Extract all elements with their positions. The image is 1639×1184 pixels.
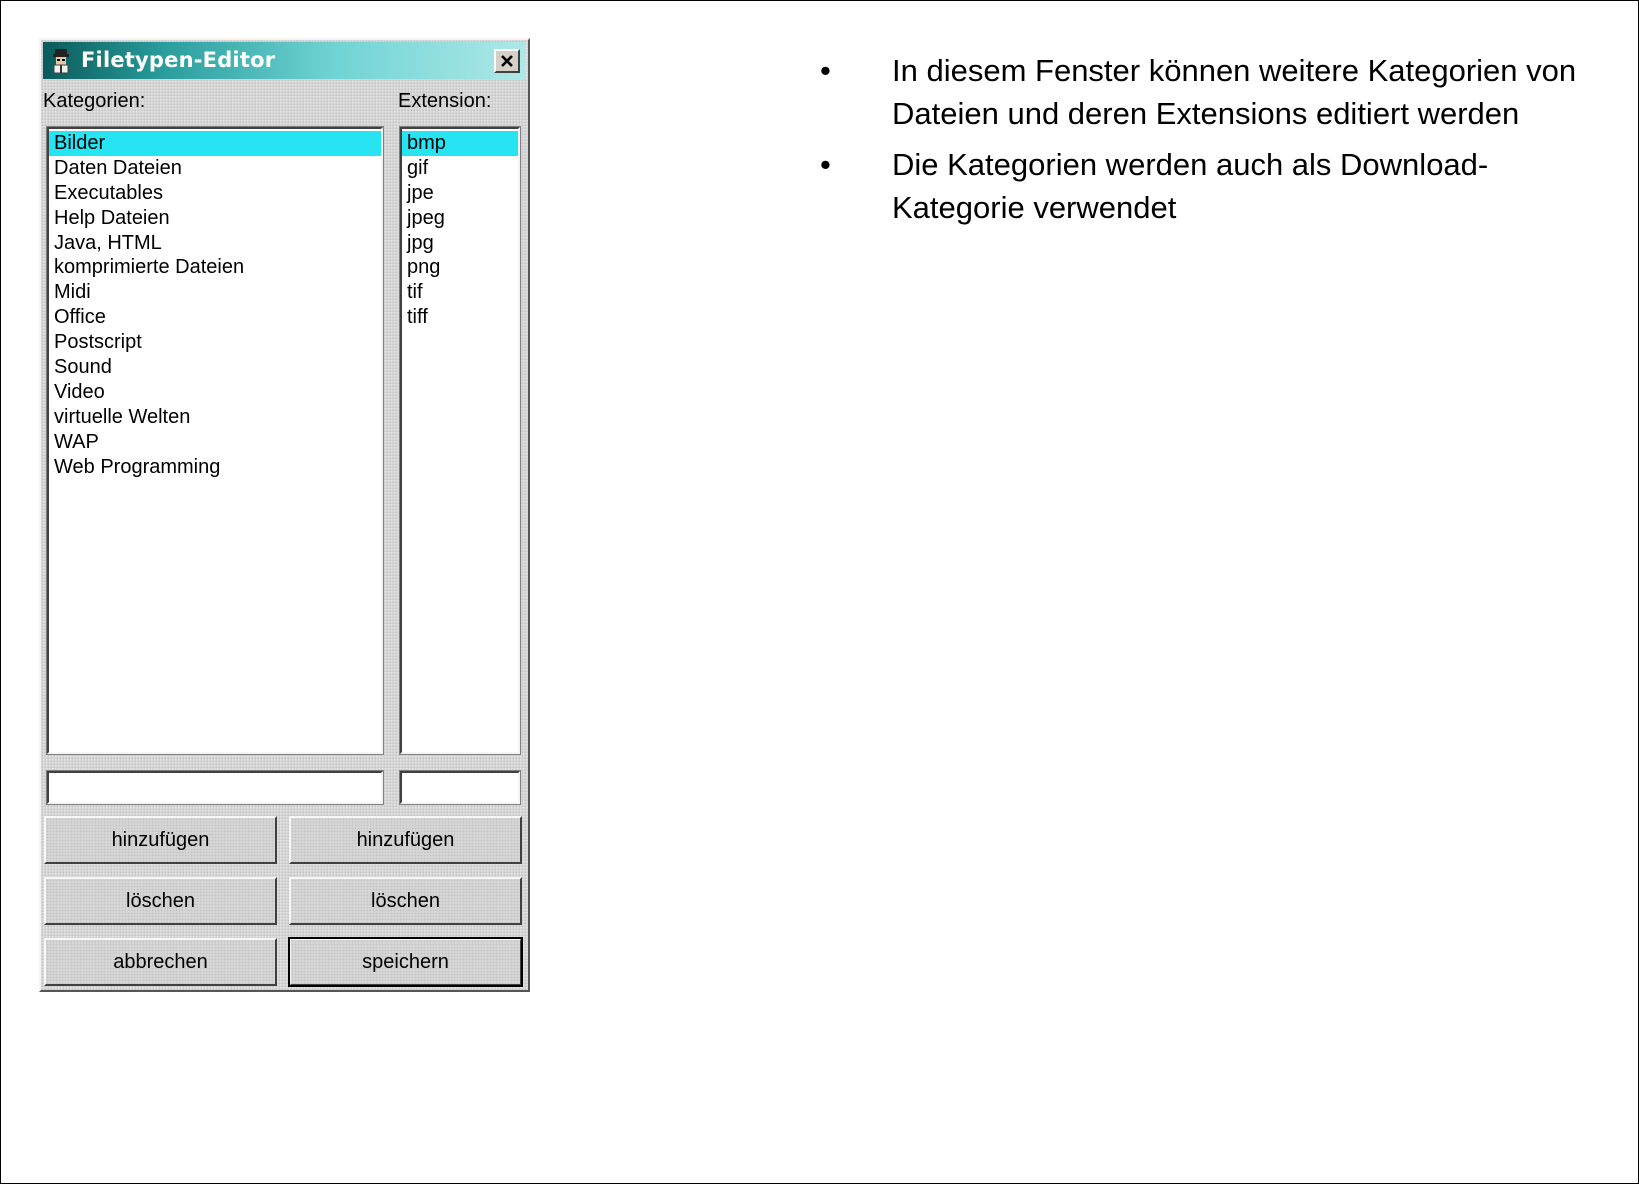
category-item[interactable]: Midi	[49, 280, 381, 305]
extensions-list[interactable]: bmp gif jpe jpeg jpg png tif tiff	[399, 126, 521, 755]
category-item[interactable]: virtuelle Welten	[49, 405, 381, 430]
extension-item[interactable]: jpeg	[402, 206, 518, 231]
category-item[interactable]: Web Programming	[49, 455, 381, 480]
bullet-text: In diesem Fenster können weitere Kategor…	[892, 53, 1577, 131]
app-icon	[49, 48, 73, 74]
extension-item[interactable]: jpe	[402, 181, 518, 206]
delete-category-button[interactable]: löschen	[44, 877, 277, 925]
category-item[interactable]: WAP	[49, 430, 381, 455]
filetypes-editor-window: Filetypen-Editor Kategorien: Extension: …	[39, 38, 530, 992]
extension-item[interactable]: png	[402, 255, 518, 280]
save-button[interactable]: speichern	[288, 937, 523, 987]
close-icon	[501, 55, 513, 67]
category-item[interactable]: Bilder	[49, 131, 381, 156]
categories-label: Kategorien:	[43, 90, 146, 112]
add-extension-button[interactable]: hinzufügen	[289, 816, 522, 864]
extension-item[interactable]: gif	[402, 156, 518, 181]
bullet-item: • Die Kategorien werden auch als Download…	[820, 143, 1600, 229]
close-button[interactable]	[494, 49, 520, 73]
add-category-button[interactable]: hinzufügen	[44, 816, 277, 864]
title-bar[interactable]: Filetypen-Editor	[43, 42, 526, 79]
extension-item[interactable]: jpg	[402, 231, 518, 256]
bullet-item: • In diesem Fenster können weitere Katego…	[820, 49, 1600, 135]
bullet-marker: •	[820, 53, 831, 88]
category-input[interactable]	[46, 770, 384, 805]
category-item[interactable]: Java, HTML	[49, 231, 381, 256]
category-item[interactable]: Help Dateien	[49, 206, 381, 231]
bullet-marker: •	[820, 147, 831, 182]
extension-item[interactable]: tif	[402, 280, 518, 305]
window-title: Filetypen-Editor	[81, 48, 276, 72]
category-item[interactable]: Postscript	[49, 330, 381, 355]
bullet-list: • In diesem Fenster können weitere Katego…	[820, 49, 1600, 237]
category-item[interactable]: Office	[49, 305, 381, 330]
category-item[interactable]: Video	[49, 380, 381, 405]
category-item[interactable]: Daten Dateien	[49, 156, 381, 181]
extension-input[interactable]	[399, 770, 521, 805]
extension-item[interactable]: bmp	[402, 131, 518, 156]
bullet-text: Die Kategorien werden auch als Download-…	[892, 147, 1489, 225]
cancel-button[interactable]: abbrechen	[44, 938, 277, 986]
category-item[interactable]: Executables	[49, 181, 381, 206]
category-item[interactable]: Sound	[49, 355, 381, 380]
delete-extension-button[interactable]: löschen	[289, 877, 522, 925]
category-item[interactable]: komprimierte Dateien	[49, 255, 381, 280]
extension-item[interactable]: tiff	[402, 305, 518, 330]
categories-list[interactable]: Bilder Daten Dateien Executables Help Datei…	[46, 126, 384, 755]
extension-label: Extension:	[398, 90, 492, 112]
